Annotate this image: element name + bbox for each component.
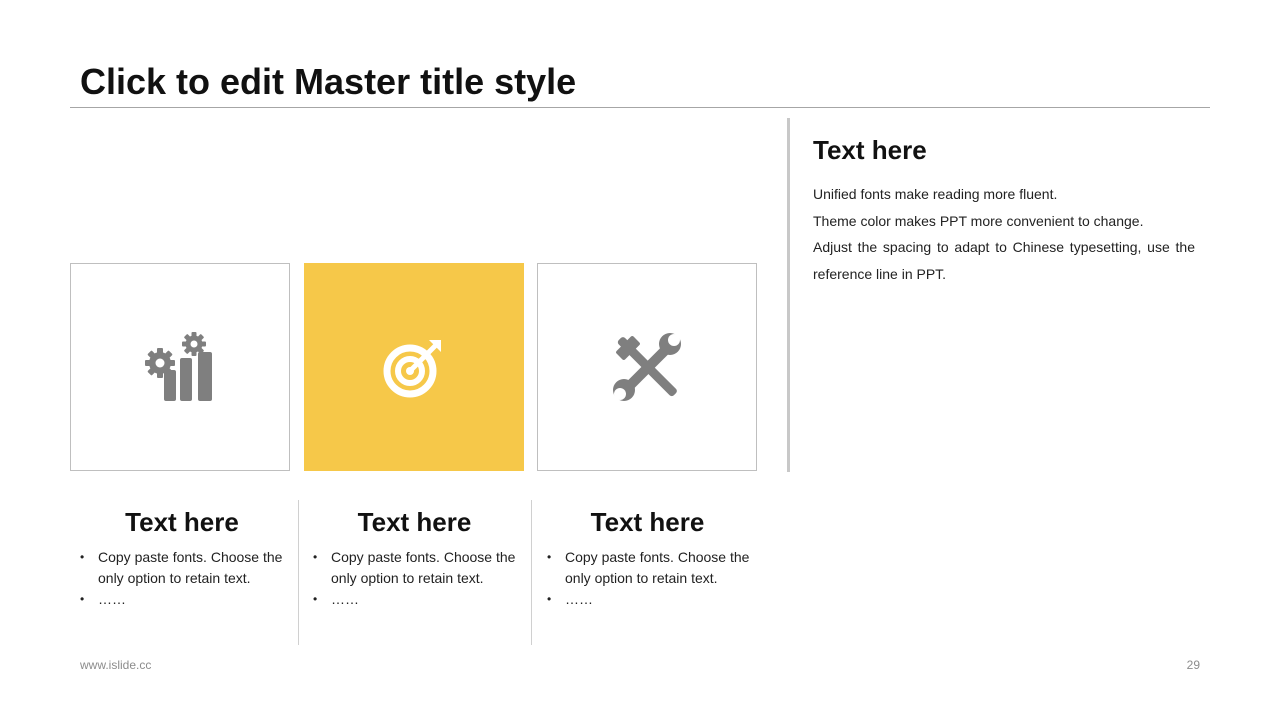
column-2-bullet-2: …… — [313, 589, 518, 610]
slide-title[interactable]: Click to edit Master title style — [80, 60, 576, 104]
column-2-bullets: Copy paste fonts. Choose the only option… — [313, 547, 518, 610]
title-underline — [70, 107, 1210, 108]
column-2[interactable]: Text here Copy paste fonts. Choose the o… — [298, 500, 530, 645]
column-3-bullets: Copy paste fonts. Choose the only option… — [547, 547, 752, 610]
side-line-4: reference line in PPT. — [813, 265, 947, 282]
gears-bar-chart-icon — [145, 332, 212, 401]
side-paragraph[interactable]: Unified fonts make reading more fluent. … — [813, 181, 1195, 287]
tools-icon — [613, 333, 681, 401]
column-1-bullet-1: Copy paste fonts. Choose the only option… — [80, 547, 285, 589]
side-line-2: Theme color makes PPT more convenient to… — [813, 212, 1144, 229]
side-heading[interactable]: Text here — [813, 134, 927, 166]
icon-box-2[interactable] — [304, 263, 524, 471]
side-line-3: Adjust the spacing to adapt to Chinese t… — [813, 239, 1195, 255]
column-1-bullets: Copy paste fonts. Choose the only option… — [80, 547, 285, 610]
column-2-heading: Text here — [357, 507, 472, 537]
column-1-bullet-2: …… — [80, 589, 285, 610]
icon-box-1[interactable] — [70, 263, 290, 471]
icon-box-3[interactable] — [537, 263, 757, 471]
vertical-divider — [787, 118, 790, 472]
page-number: 29 — [1186, 658, 1200, 672]
column-3[interactable]: Text here Copy paste fonts. Choose the o… — [531, 500, 763, 645]
side-line-1: Unified fonts make reading more fluent. — [813, 186, 1058, 202]
footer-url: www.islide.cc — [80, 658, 152, 672]
column-1[interactable]: Text here Copy paste fonts. Choose the o… — [66, 500, 298, 645]
column-3-bullet-1: Copy paste fonts. Choose the only option… — [547, 547, 752, 589]
column-1-heading: Text here — [125, 507, 239, 537]
target-arrow-icon — [383, 340, 441, 398]
column-3-bullet-2: …… — [547, 589, 752, 610]
column-3-heading: Text here — [590, 507, 705, 537]
column-2-bullet-1: Copy paste fonts. Choose the only option… — [313, 547, 518, 589]
